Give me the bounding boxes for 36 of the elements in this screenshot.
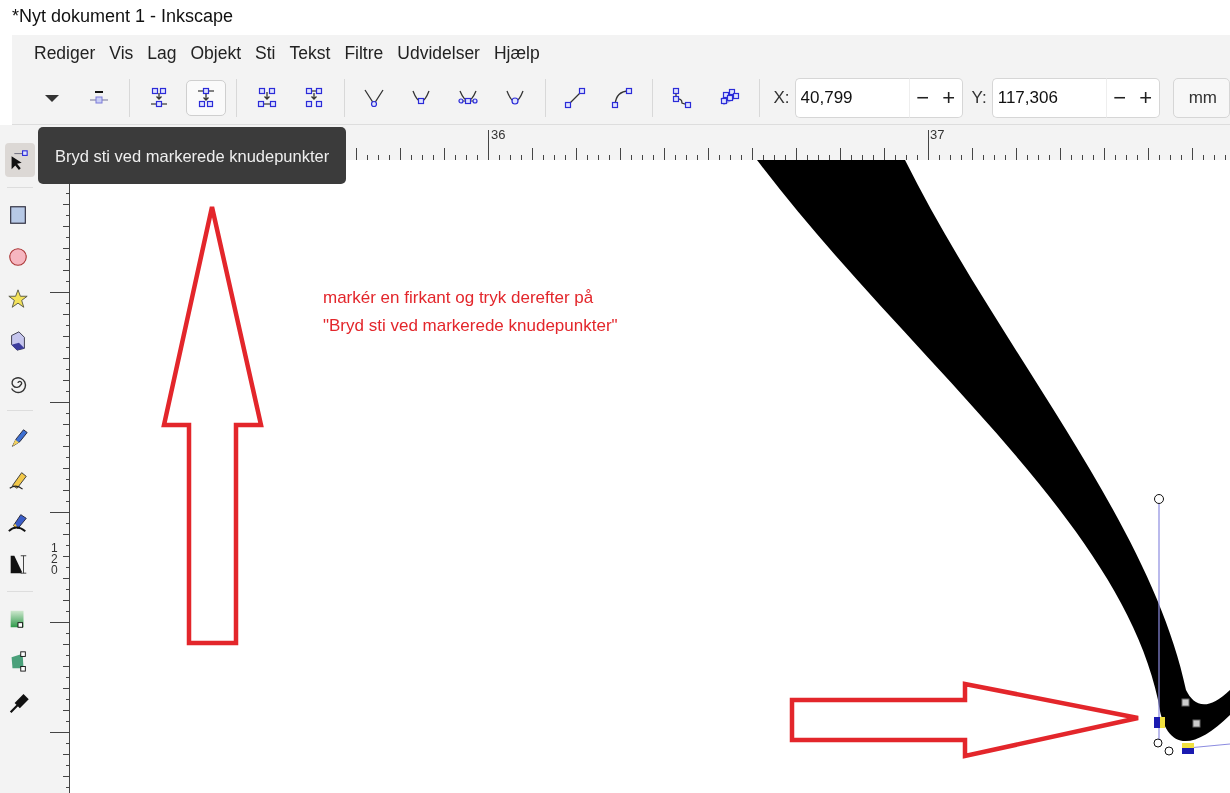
- menu-item[interactable]: Tekst: [282, 43, 338, 64]
- increment-button[interactable]: +: [935, 78, 963, 118]
- ruler-label: 36: [491, 127, 506, 142]
- star-tool-icon: [7, 288, 29, 310]
- field-label: X:: [773, 88, 790, 108]
- node-tool-button[interactable]: [5, 143, 35, 177]
- calligraphy-tool-icon: [7, 511, 29, 533]
- window-title: *Nyt dokument 1 - Inkscape: [12, 6, 234, 27]
- circle-tool-icon: [7, 246, 29, 268]
- ruler-label: 120: [51, 543, 59, 576]
- rectangle-tool-icon: [7, 204, 29, 226]
- menu-item[interactable]: Filtre: [337, 43, 391, 64]
- annotation-text: "Bryd sti ved markerede knudepunkter": [323, 316, 618, 336]
- line-segment-icon: [563, 86, 587, 110]
- curve-segment-icon: [610, 86, 634, 110]
- dropper-icon: [7, 692, 29, 714]
- pencil-tool-icon: [7, 469, 29, 491]
- menu-item[interactable]: Udvidelser: [390, 43, 487, 64]
- menu-item[interactable]: Vis: [102, 43, 141, 64]
- ruler-label: 37: [930, 127, 945, 142]
- decrement-button[interactable]: −: [1105, 78, 1133, 118]
- annotation-text: markér en firkant og tryk derefter på: [323, 288, 594, 308]
- tooltip: Bryd sti ved markerede knudepunkter: [38, 127, 347, 184]
- caret-icon: [45, 94, 59, 102]
- unit-dropdown[interactable]: mm: [1172, 78, 1230, 118]
- increment-button[interactable]: +: [1132, 78, 1160, 118]
- menu-item[interactable]: Lag: [140, 43, 184, 64]
- decrement-button[interactable]: −: [908, 78, 936, 118]
- number-field[interactable]: 117,306: [991, 78, 1106, 118]
- menu-item[interactable]: Sti: [248, 43, 283, 64]
- field-label: Y:: [971, 88, 987, 108]
- break-nodes-button[interactable]: [186, 80, 227, 116]
- menu-item[interactable]: Hjælp: [486, 43, 547, 64]
- menu-item[interactable]: Objekt: [183, 43, 249, 64]
- menu-item[interactable]: Rediger: [27, 43, 103, 64]
- number-field[interactable]: 40,799: [794, 78, 909, 118]
